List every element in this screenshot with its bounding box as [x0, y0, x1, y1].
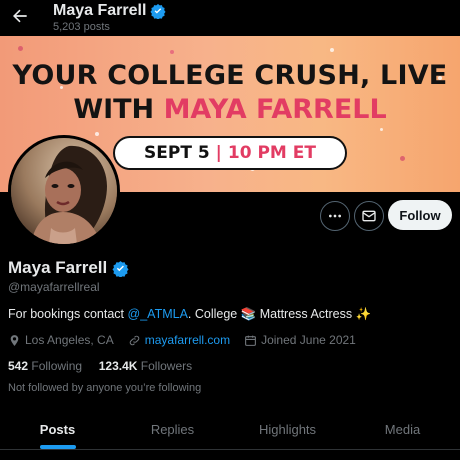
- tab-media[interactable]: Media: [345, 410, 460, 449]
- tab-label: Media: [384, 422, 421, 437]
- arrow-left-icon[interactable]: [10, 6, 30, 26]
- profile-tabs: Posts Replies Highlights Media: [0, 410, 460, 450]
- banner-subheadline: WITH MAYA FARRELL: [0, 94, 460, 125]
- followers-count: 123.4K: [98, 359, 138, 373]
- banner-date: SEPT 5: [144, 143, 210, 163]
- profile-website-link[interactable]: mayafarrell.com: [145, 333, 230, 347]
- followers-link[interactable]: 123.4K Followers: [99, 359, 192, 373]
- post-count: 5,203 posts: [53, 21, 110, 33]
- profile-header-bar: Maya Farrell 5,203 posts: [0, 0, 460, 36]
- bio-text-suffix: . College 📚 Mattress Actress ✨: [187, 307, 372, 321]
- tab-label: Posts: [39, 422, 76, 437]
- following-count: 542: [8, 359, 29, 373]
- tab-posts[interactable]: Posts: [0, 410, 115, 449]
- profile-stats: 542 Following 123.4K Followers: [8, 359, 192, 373]
- banner-headline: YOUR COLLEGE CRUSH, LIVE: [12, 60, 448, 91]
- bio-mention-link[interactable]: @_ATMLA: [128, 307, 188, 321]
- more-options-button[interactable]: [320, 201, 350, 231]
- avatar[interactable]: [8, 135, 120, 247]
- banner-date-pill: SEPT 5 | 10 PM ET: [113, 136, 347, 170]
- following-link[interactable]: 542 Following: [8, 359, 82, 373]
- profile-name-text: Maya Farrell: [8, 258, 108, 277]
- calendar-icon: [245, 335, 257, 346]
- link-icon: [129, 335, 139, 345]
- location-pin-icon: [10, 334, 19, 346]
- envelope-icon: [362, 210, 376, 222]
- follow-button[interactable]: Follow: [388, 200, 452, 230]
- header-name: Maya Farrell: [53, 2, 147, 19]
- profile-joined: Joined June 2021: [261, 333, 356, 347]
- tab-label: Highlights: [258, 422, 317, 437]
- profile-meta: Los Angeles, CA mayafarrell.com Joined J…: [8, 333, 356, 347]
- tab-replies[interactable]: Replies: [115, 410, 230, 449]
- profile-handle: @mayafarrellreal: [8, 280, 100, 294]
- banner-time: 10 PM ET: [227, 143, 316, 163]
- profile-bio: For bookings contact @_ATMLA. College 📚 …: [8, 307, 371, 322]
- banner-subheadline-prefix: WITH: [73, 94, 164, 125]
- banner-subheadline-name: MAYA FARRELL: [163, 94, 387, 125]
- bio-text-prefix: For bookings contact: [8, 307, 128, 321]
- verified-badge-icon: [150, 4, 166, 19]
- header-title: Maya Farrell: [53, 2, 166, 20]
- tab-highlights[interactable]: Highlights: [230, 410, 345, 449]
- more-horizontal-icon: [329, 214, 341, 218]
- message-button[interactable]: [354, 201, 384, 231]
- avatar-photo: [11, 138, 117, 244]
- tab-label: Replies: [150, 422, 195, 437]
- banner-divider: |: [215, 143, 222, 163]
- profile-location: Los Angeles, CA: [25, 333, 114, 347]
- followers-label: Followers: [140, 359, 193, 373]
- active-tab-indicator: [39, 445, 76, 449]
- not-followed-notice: Not followed by anyone you’re following: [8, 382, 202, 394]
- following-label: Following: [31, 359, 83, 373]
- profile-name: Maya Farrell: [8, 258, 129, 278]
- verified-badge-icon[interactable]: [112, 260, 129, 277]
